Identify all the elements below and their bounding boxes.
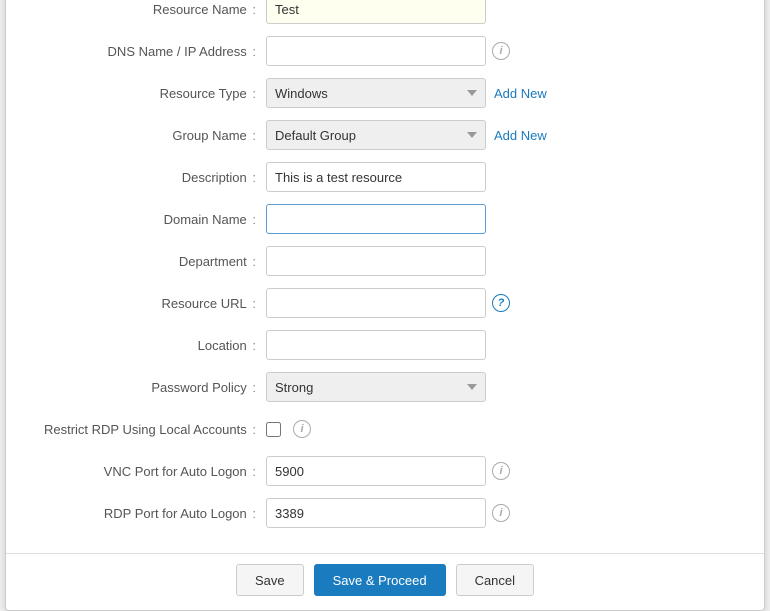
location-label: Location : xyxy=(36,338,266,353)
resource-url-row: Resource URL : ? xyxy=(36,287,734,319)
description-input[interactable] xyxy=(266,162,486,192)
group-name-label: Group Name : xyxy=(36,128,266,143)
dns-info-icon[interactable]: i xyxy=(492,42,510,60)
resource-url-info-icon[interactable]: ? xyxy=(492,294,510,312)
cancel-button[interactable]: Cancel xyxy=(456,564,534,596)
department-label: Department : xyxy=(36,254,266,269)
dns-input[interactable] xyxy=(266,36,486,66)
location-input[interactable] xyxy=(266,330,486,360)
dialog-body: Resource Name : DNS Name / IP Address : … xyxy=(6,0,764,549)
resource-name-label: Resource Name : xyxy=(36,2,266,17)
description-label: Description : xyxy=(36,170,266,185)
restrict-rdp-checkbox[interactable] xyxy=(266,422,281,437)
password-policy-select[interactable]: Strong Medium Weak xyxy=(266,372,486,402)
restrict-rdp-label: Restrict RDP Using Local Accounts : xyxy=(36,422,266,437)
department-input[interactable] xyxy=(266,246,486,276)
group-name-add-new[interactable]: Add New xyxy=(494,128,547,143)
rdp-port-input[interactable] xyxy=(266,498,486,528)
group-name-select[interactable]: Default Group xyxy=(266,120,486,150)
resource-url-label: Resource URL : xyxy=(36,296,266,311)
dialog-footer: Save Save & Proceed Cancel xyxy=(6,553,764,610)
domain-name-input[interactable] xyxy=(266,204,486,234)
dns-row: DNS Name / IP Address : i xyxy=(36,35,734,67)
resource-type-add-new[interactable]: Add New xyxy=(494,86,547,101)
save-proceed-button[interactable]: Save & Proceed xyxy=(314,564,446,596)
vnc-port-row: VNC Port for Auto Logon : i xyxy=(36,455,734,487)
group-name-row: Group Name : Default Group Add New xyxy=(36,119,734,151)
resource-type-select[interactable]: Windows Linux Mac xyxy=(266,78,486,108)
restrict-rdp-info-icon[interactable]: i xyxy=(293,420,311,438)
vnc-port-info-icon[interactable]: i xyxy=(492,462,510,480)
resource-type-label: Resource Type : xyxy=(36,86,266,101)
add-resource-dialog: Add Resource i × Resource Name : DNS Nam… xyxy=(5,0,765,611)
resource-type-row: Resource Type : Windows Linux Mac Add Ne… xyxy=(36,77,734,109)
department-row: Department : xyxy=(36,245,734,277)
resource-name-input[interactable] xyxy=(266,0,486,24)
password-policy-label: Password Policy : xyxy=(36,380,266,395)
password-policy-row: Password Policy : Strong Medium Weak xyxy=(36,371,734,403)
resource-name-row: Resource Name : xyxy=(36,0,734,25)
location-row: Location : xyxy=(36,329,734,361)
dns-label: DNS Name / IP Address : xyxy=(36,44,266,59)
vnc-port-input[interactable] xyxy=(266,456,486,486)
domain-name-row: Domain Name : xyxy=(36,203,734,235)
description-row: Description : xyxy=(36,161,734,193)
resource-url-input[interactable] xyxy=(266,288,486,318)
rdp-port-label: RDP Port for Auto Logon : xyxy=(36,506,266,521)
rdp-port-info-icon[interactable]: i xyxy=(492,504,510,522)
restrict-rdp-row: Restrict RDP Using Local Accounts : i xyxy=(36,413,734,445)
rdp-port-row: RDP Port for Auto Logon : i xyxy=(36,497,734,529)
save-button[interactable]: Save xyxy=(236,564,304,596)
domain-name-label: Domain Name : xyxy=(36,212,266,227)
vnc-port-label: VNC Port for Auto Logon : xyxy=(36,464,266,479)
